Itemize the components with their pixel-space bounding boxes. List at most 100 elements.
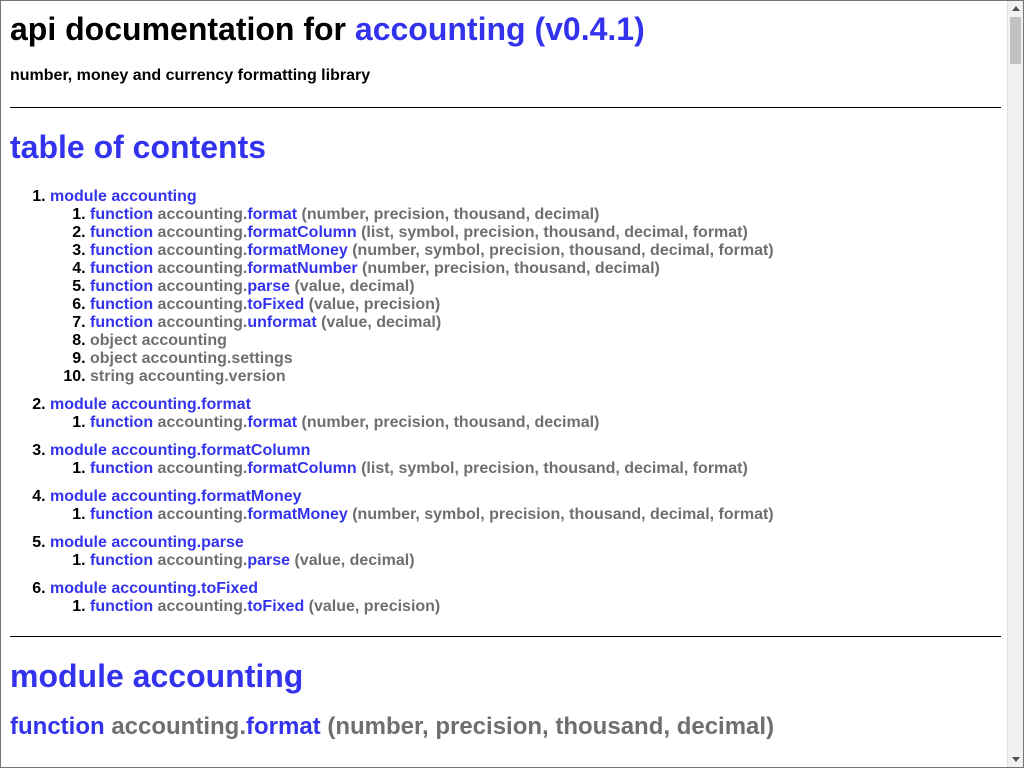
toc-function-name-link[interactable]: toFixed [247,296,304,313]
toc-module-item: module accounting.toFixedfunction accoun… [50,580,1001,616]
toc-module-item: module accounting.formatMoneyfunction ac… [50,488,1001,524]
toc-submenu: function accounting.format (number, prec… [50,414,1001,432]
toc-function-name-link[interactable]: formatMoney [247,242,347,259]
toc-submenu: function accounting.toFixed (value, prec… [50,598,1001,616]
toc-function-name-link[interactable]: parse [247,552,290,569]
toc-function-owner: accounting. [157,598,248,615]
page-title-prefix: api documentation for [10,11,346,47]
toc-function-keyword-link[interactable]: function [90,460,153,477]
toc-function-name-link[interactable]: formatColumn [247,224,356,241]
toc-function-owner: accounting. [157,224,248,241]
toc-function-args: (value, precision) [304,296,441,313]
toc-function-name-link[interactable]: parse [247,278,290,295]
toc-entry: function accounting.formatMoney (number,… [90,506,1001,524]
toc-function-owner: accounting. [157,242,248,259]
toc-entry: object accounting [90,332,1001,350]
toc-entry: function accounting.toFixed (value, prec… [90,296,1001,314]
toc-entry: function accounting.format (number, prec… [90,414,1001,432]
toc-function-owner: accounting. [157,460,248,477]
function-name-link[interactable]: format [246,713,321,740]
toc-submenu: function accounting.formatMoney (number,… [50,506,1001,524]
toc-function-args: (number, symbol, precision, thousand, de… [347,242,774,259]
toc-function-keyword-link[interactable]: function [90,278,153,295]
toc-function-keyword-link[interactable]: function [90,260,153,277]
toc-module-link[interactable]: module accounting.parse [50,534,244,551]
toc-module-link[interactable]: module accounting [50,188,197,205]
toc-function-args: (value, decimal) [290,552,415,569]
toc-module-link[interactable]: module accounting.toFixed [50,580,258,597]
toc-entry-label: object accounting [90,332,227,349]
page-title: api documentation for accounting (v0.4.1… [10,11,1001,47]
toc-function-keyword-link[interactable]: function [90,314,153,331]
toc-entry-label: object accounting.settings [90,350,293,367]
toc-module-link[interactable]: module accounting.format [50,396,251,413]
toc-heading[interactable]: table of contents [10,129,1001,165]
toc-entry: function accounting.parse (value, decima… [90,278,1001,296]
toc-entry: string accounting.version [90,368,1001,386]
toc-module-item: module accounting.parsefunction accounti… [50,534,1001,570]
toc-function-owner: accounting. [157,506,248,523]
toc-function-args: (number, precision, thousand, decimal) [357,260,660,277]
toc-function-args: (number, precision, thousand, decimal) [297,414,600,431]
toc-function-name-link[interactable]: toFixed [247,598,304,615]
toc-function-owner: accounting. [157,552,248,569]
toc-function-name-link[interactable]: formatMoney [247,506,347,523]
toc-module-item: module accounting.formatfunction account… [50,396,1001,432]
toc-function-owner: accounting. [157,414,248,431]
toc-entry: function accounting.toFixed (value, prec… [90,598,1001,616]
toc-entry: function accounting.format (number, prec… [90,206,1001,224]
toc-entry: function accounting.formatColumn (list, … [90,224,1001,242]
divider [10,107,1001,108]
toc-function-args: (value, decimal) [290,278,415,295]
toc-entry: function accounting.formatColumn (list, … [90,460,1001,478]
toc-entry: function accounting.parse (value, decima… [90,552,1001,570]
toc-function-args: (number, precision, thousand, decimal) [297,206,600,223]
function-owner: accounting. [111,713,246,740]
vertical-scrollbar[interactable] [1007,1,1023,767]
toc-function-args: (value, precision) [304,598,441,615]
toc-submenu: function accounting.format (number, prec… [50,206,1001,386]
scroll-down-arrow-icon[interactable] [1008,752,1023,767]
toc-function-owner: accounting. [157,260,248,277]
toc-submenu: function accounting.parse (value, decima… [50,552,1001,570]
toc-function-name-link[interactable]: unformat [247,314,316,331]
toc-function-name-link[interactable]: formatNumber [247,260,357,277]
toc-function-owner: accounting. [157,296,248,313]
toc-function-args: (number, symbol, precision, thousand, de… [347,506,774,523]
toc-list: module accountingfunction accounting.for… [10,188,1001,616]
function-keyword-link[interactable]: function [10,713,105,740]
toc-function-owner: accounting. [157,278,248,295]
module-heading[interactable]: module accounting [10,658,1001,694]
toc-entry-label: string accounting.version [90,368,286,385]
scrollbar-thumb[interactable] [1010,17,1021,64]
divider [10,636,1001,637]
page-content: api documentation for accounting (v0.4.1… [10,1,1001,741]
toc-module-link[interactable]: module accounting.formatMoney [50,488,302,505]
toc-function-name-link[interactable]: format [247,206,297,223]
toc-entry: function accounting.unformat (value, dec… [90,314,1001,332]
toc-function-keyword-link[interactable]: function [90,206,153,223]
scroll-up-arrow-icon[interactable] [1008,1,1023,16]
toc-function-args: (value, decimal) [316,314,442,331]
toc-entry: object accounting.settings [90,350,1001,368]
toc-function-keyword-link[interactable]: function [90,506,153,523]
toc-function-keyword-link[interactable]: function [90,598,153,615]
toc-function-name-link[interactable]: formatColumn [247,460,356,477]
toc-function-keyword-link[interactable]: function [90,224,153,241]
package-link[interactable]: accounting (v0.4.1) [355,11,645,47]
toc-entry: function accounting.formatNumber (number… [90,260,1001,278]
toc-function-keyword-link[interactable]: function [90,414,153,431]
toc-function-owner: accounting. [157,206,248,223]
toc-module-item: module accounting.formatColumnfunction a… [50,442,1001,478]
toc-function-owner: accounting. [157,314,248,331]
toc-module-link[interactable]: module accounting.formatColumn [50,442,310,459]
toc-function-name-link[interactable]: format [247,414,297,431]
toc-function-keyword-link[interactable]: function [90,296,153,313]
toc-module-item: module accountingfunction accounting.for… [50,188,1001,386]
toc-function-keyword-link[interactable]: function [90,552,153,569]
function-args: (number, precision, thousand, decimal) [320,713,775,740]
toc-submenu: function accounting.formatColumn (list, … [50,460,1001,478]
toc-function-keyword-link[interactable]: function [90,242,153,259]
browser-viewport: api documentation for accounting (v0.4.1… [0,0,1024,768]
toc-entry: function accounting.formatMoney (number,… [90,242,1001,260]
